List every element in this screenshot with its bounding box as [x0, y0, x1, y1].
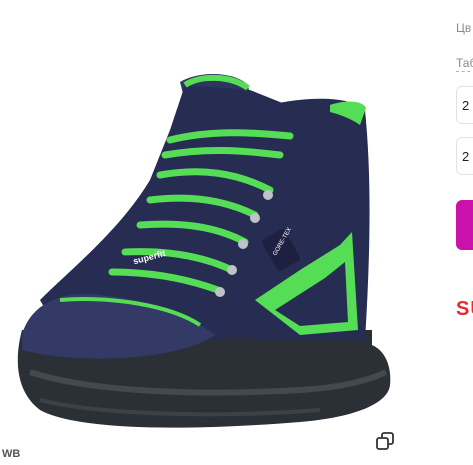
add-to-cart-button[interactable] [456, 200, 473, 250]
product-info-panel: Цв Таб 2 2 SU [450, 0, 473, 465]
size-table-link[interactable]: Таб [456, 56, 473, 72]
watermark: WB [2, 448, 21, 460]
color-label: Цв [456, 21, 472, 35]
product-image[interactable]: GORE-TEX superfit [0, 0, 420, 440]
product-gallery: GORE-TEX superfit WB [0, 0, 420, 465]
brand-name[interactable]: SU [456, 298, 473, 321]
copy-icon [376, 432, 394, 450]
size-option[interactable]: 2 [456, 137, 473, 175]
size-option[interactable]: 2 [456, 86, 473, 124]
copy-button[interactable] [374, 430, 396, 452]
